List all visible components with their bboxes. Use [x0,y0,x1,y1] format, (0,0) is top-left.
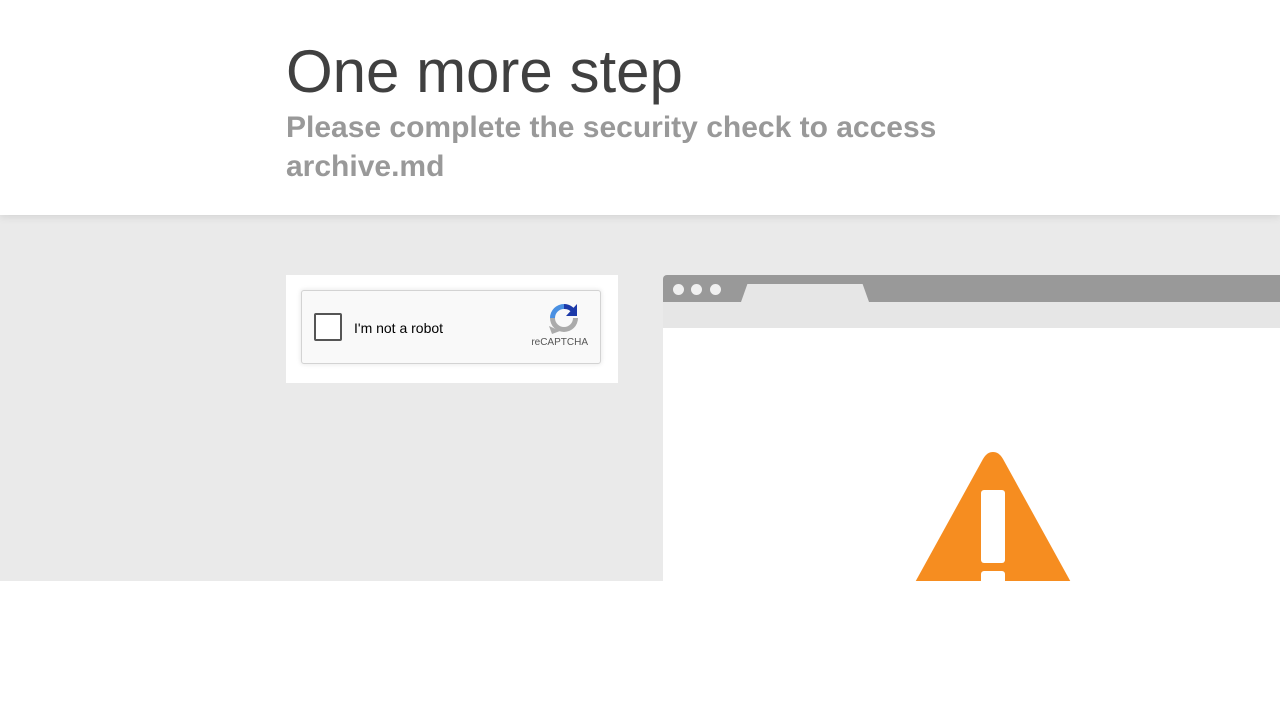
recaptcha-logo-icon [549,304,578,334]
browser-page [663,328,1280,581]
browser-toolbar [663,302,1280,328]
warning-icon [915,452,1071,581]
browser-tab [741,284,869,302]
content-band: I'm not a robot reCAPTCHA [0,215,1280,581]
window-dot-icon [691,284,702,295]
browser-title-bar [663,275,1280,302]
window-dot-icon [710,284,721,295]
captcha-card: I'm not a robot reCAPTCHA [286,275,618,383]
page-subtitle: Please complete the security check to ac… [286,111,937,183]
robot-checkbox[interactable] [314,313,342,341]
robot-checkbox-label[interactable]: I'm not a robot [354,320,443,336]
browser-illustration [663,275,1280,581]
recaptcha-widget: I'm not a robot reCAPTCHA [301,290,601,364]
window-dot-icon [673,284,684,295]
page-header: One more step Please complete the securi… [0,0,1280,215]
recaptcha-brand: reCAPTCHA [531,337,588,348]
page-title: One more step [286,38,683,105]
